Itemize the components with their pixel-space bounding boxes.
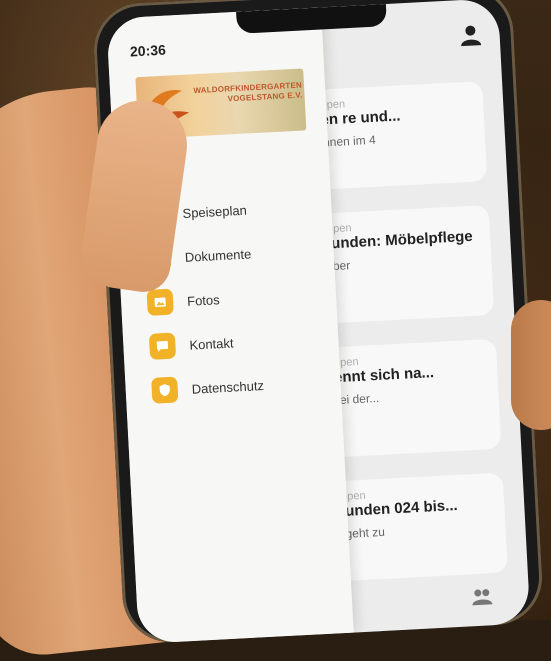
finger: [511, 300, 551, 430]
chat-icon: [148, 332, 177, 360]
phone-screen: e Gruppen mmen re und... olleginnen im 4…: [106, 0, 531, 644]
phone-frame: e Gruppen mmen re und... olleginnen im 4…: [91, 0, 545, 645]
menu-item-label: Speiseplan: [182, 202, 248, 221]
menu-item-datenschutz[interactable]: Datenschutz: [151, 363, 265, 413]
status-time: 20:36: [129, 41, 167, 60]
menu-item-label: Kontakt: [189, 334, 234, 353]
group-icon[interactable]: [470, 585, 493, 608]
menu-item-label: Fotos: [186, 291, 220, 309]
menu-item-label: Dokumente: [184, 245, 252, 265]
menu-item-label: Datenschutz: [191, 377, 265, 397]
menu-item-kontakt[interactable]: Kontakt: [148, 319, 262, 369]
shield-icon: [151, 376, 179, 404]
photo-icon: [146, 288, 174, 316]
profile-icon[interactable]: [457, 21, 484, 48]
logo-text: WALDORFKINDERGARTEN VOGELSTANG E.V.: [192, 81, 303, 107]
